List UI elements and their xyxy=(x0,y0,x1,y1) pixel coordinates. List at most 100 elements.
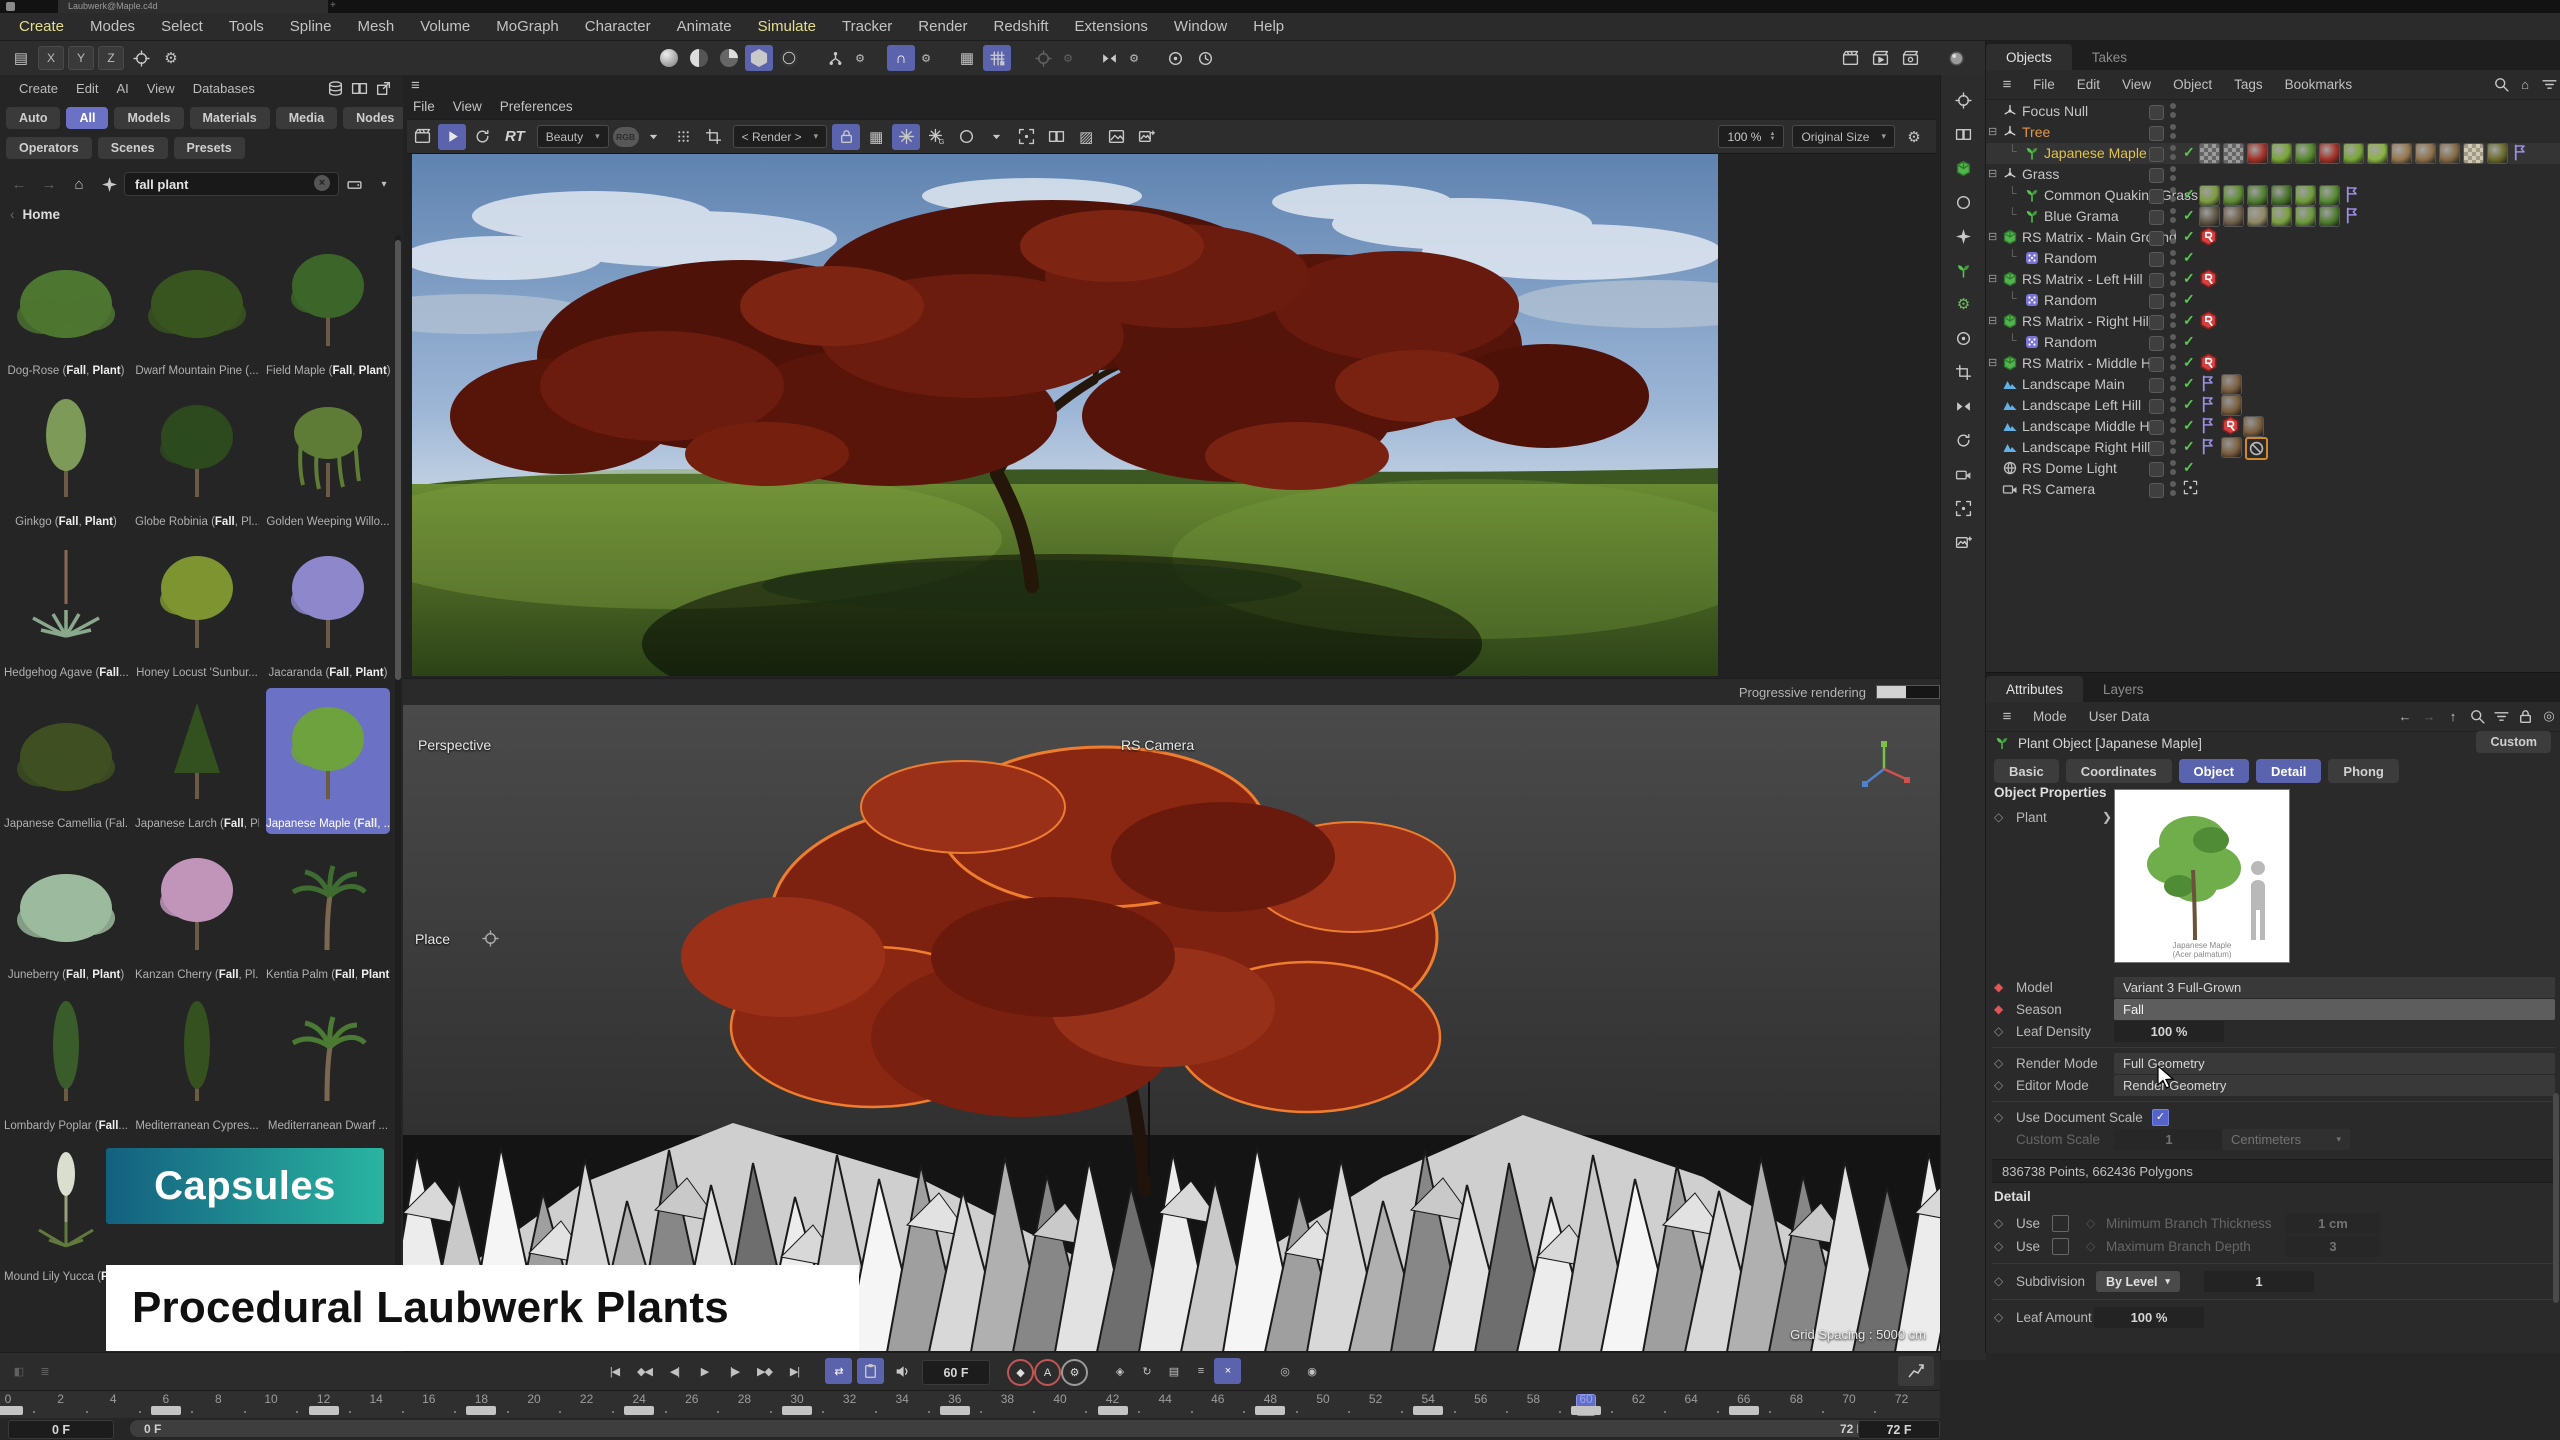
picture-viewer-icon[interactable] xyxy=(408,124,436,150)
layer-box[interactable] xyxy=(2149,378,2164,393)
menu-animate[interactable]: Animate xyxy=(664,18,745,35)
menu-modes[interactable]: Modes xyxy=(77,18,148,35)
prev-frame-button[interactable]: ◀| xyxy=(661,1358,688,1384)
asset-item[interactable]: Jacaranda (Fall, Plant) xyxy=(266,537,390,683)
material-tag-icon[interactable] xyxy=(2223,143,2244,164)
preset-dropdown[interactable]: Custom xyxy=(2476,731,2551,753)
object-name[interactable]: Random xyxy=(2044,292,2097,308)
current-frame-field[interactable]: 60 F xyxy=(922,1360,990,1385)
up-icon[interactable]: ↑ xyxy=(2442,705,2464,727)
keyframe-marker[interactable] xyxy=(782,1406,812,1415)
track-mode-icon[interactable] xyxy=(1898,1356,1934,1386)
enabled-check-icon[interactable]: ✓ xyxy=(2183,375,2195,392)
menu-help[interactable]: Help xyxy=(1240,18,1297,35)
expand-collapse-icon[interactable]: ⊟ xyxy=(1988,167,1997,180)
object-name[interactable]: Tree xyxy=(2022,124,2050,140)
expand-collapse-icon[interactable]: ⊟ xyxy=(1988,125,1997,138)
viewport-label[interactable]: Perspective xyxy=(418,737,491,753)
object-row[interactable]: RS Camera xyxy=(1986,479,2560,500)
layer-box[interactable] xyxy=(2149,294,2164,309)
visibility-dots[interactable] xyxy=(2170,397,2177,415)
filter-chip-operators[interactable]: Operators xyxy=(6,137,92,159)
record-keyframe-button[interactable]: ◆ xyxy=(1007,1359,1034,1386)
enabled-check-icon[interactable]: ✓ xyxy=(2183,228,2195,245)
redshift-tag-icon[interactable] xyxy=(2199,311,2218,330)
asset-item[interactable]: Dwarf Mountain Pine (... xyxy=(135,235,259,381)
transform-tool-icon[interactable] xyxy=(1950,87,1978,113)
capsule-gear-icon[interactable] xyxy=(1950,257,1978,283)
material-tag-icon[interactable] xyxy=(2415,143,2436,164)
visibility-dots[interactable] xyxy=(2170,439,2177,457)
asset-item[interactable]: Juneberry (Fall, Plant) xyxy=(4,839,128,985)
range-start-field[interactable]: 0 F xyxy=(8,1420,114,1439)
filter-chip-auto[interactable]: Auto xyxy=(6,107,60,129)
material-tag-icon[interactable] xyxy=(2343,143,2364,164)
mirror-tool-icon[interactable] xyxy=(1950,427,1978,453)
object-row[interactable]: Landscape Middle Hill✓ xyxy=(1986,416,2560,437)
lock-view-icon[interactable] xyxy=(832,124,860,150)
camera-tool-icon[interactable] xyxy=(1950,495,1978,521)
zoom-percent-field[interactable]: 100 %▲▼ xyxy=(1718,125,1784,148)
keyframe-dot[interactable]: ◇ xyxy=(1994,1024,2003,1038)
selection-flag-tag-icon[interactable] xyxy=(2199,437,2218,456)
menu-window[interactable]: Window xyxy=(1161,18,1240,35)
attr-tab-coordinates[interactable]: Coordinates xyxy=(2066,759,2172,783)
layer-box[interactable] xyxy=(2149,399,2164,414)
subdivision-mode-dropdown[interactable]: By Level▾ xyxy=(2096,1271,2180,1292)
menu-user-data[interactable]: User Data xyxy=(2078,709,2161,724)
object-row[interactable]: └Random✓ xyxy=(1986,332,2560,353)
jump-end-button[interactable]: ▶| xyxy=(781,1358,808,1384)
material-tag-icon[interactable] xyxy=(2221,395,2242,416)
visibility-dots[interactable] xyxy=(2170,103,2177,121)
asset-item[interactable]: Kentia Palm (Fall, Plant) xyxy=(266,839,390,985)
compare-circle-icon[interactable] xyxy=(952,124,980,150)
keyframe-marker[interactable] xyxy=(1255,1406,1285,1415)
material-tag-icon[interactable] xyxy=(2463,143,2484,164)
enabled-check-icon[interactable]: ✓ xyxy=(2183,312,2195,329)
filter-chip-nodes[interactable]: Nodes xyxy=(343,107,407,129)
material-ball-icon[interactable] xyxy=(1942,45,1970,71)
document-tab[interactable]: Laubwerk@Maple.c4d xyxy=(58,0,328,13)
menu-extensions[interactable]: Extensions xyxy=(1062,18,1161,35)
interactive-play-icon[interactable] xyxy=(438,124,466,150)
visibility-dots[interactable] xyxy=(2170,166,2177,184)
selection-flag-tag-icon[interactable] xyxy=(2511,143,2530,162)
season-dropdown[interactable]: Fall xyxy=(2114,999,2555,1020)
expand-collapse-icon[interactable]: ⊟ xyxy=(1988,356,1997,369)
axis-gizmo[interactable] xyxy=(1856,739,1912,795)
layer-box[interactable] xyxy=(2149,315,2164,330)
tab-takes[interactable]: Takes xyxy=(2072,44,2147,70)
visibility-dots[interactable] xyxy=(2170,313,2177,331)
search-options-caret-icon[interactable]: ▾ xyxy=(370,171,398,197)
symmetry-gear-icon[interactable]: ⚙ xyxy=(1125,45,1143,71)
render-view-menu-icon[interactable]: ≡ xyxy=(411,77,420,94)
attributes-scrollbar-thumb[interactable] xyxy=(2553,1093,2559,1303)
timeline-marker-icon[interactable]: ◧ xyxy=(5,1358,32,1384)
autokey-button[interactable]: A xyxy=(1034,1359,1061,1386)
refresh-render-icon[interactable] xyxy=(468,124,496,150)
ab-compare-icon[interactable] xyxy=(1042,124,1070,150)
search-icon[interactable] xyxy=(2490,73,2512,95)
use-max-branch-checkbox[interactable] xyxy=(2052,1238,2069,1255)
subdivision-field[interactable]: 1 xyxy=(2204,1271,2314,1292)
layer-box[interactable] xyxy=(2149,189,2164,204)
filter-chip-media[interactable]: Media xyxy=(276,107,337,129)
visibility-dots[interactable] xyxy=(2170,187,2177,205)
object-row[interactable]: └Japanese Maple✓ xyxy=(1986,143,2560,164)
tab-attributes[interactable]: Attributes xyxy=(1986,676,2083,702)
material-tag-icon[interactable] xyxy=(2243,416,2264,437)
render-settings-icon[interactable] xyxy=(1896,45,1924,71)
object-name[interactable]: Japanese Maple xyxy=(2044,145,2147,161)
keyframe-marker[interactable] xyxy=(309,1406,339,1415)
object-row[interactable]: Landscape Left Hill✓ xyxy=(1986,395,2560,416)
menu-mesh[interactable]: Mesh xyxy=(345,18,408,35)
attr-tab-basic[interactable]: Basic xyxy=(1994,759,2059,783)
menu-volume[interactable]: Volume xyxy=(407,18,483,35)
redshift-tag-icon[interactable] xyxy=(2199,353,2218,372)
layout-icon[interactable] xyxy=(348,79,370,97)
render-mode-dropdown[interactable]: Full Geometry xyxy=(2114,1053,2555,1074)
key-position-button[interactable]: ◈ xyxy=(1106,1358,1133,1384)
use-document-scale-checkbox[interactable]: ✓ xyxy=(2152,1109,2169,1126)
layer-box[interactable] xyxy=(2149,462,2164,477)
enabled-check-icon[interactable]: ✓ xyxy=(2183,417,2195,434)
